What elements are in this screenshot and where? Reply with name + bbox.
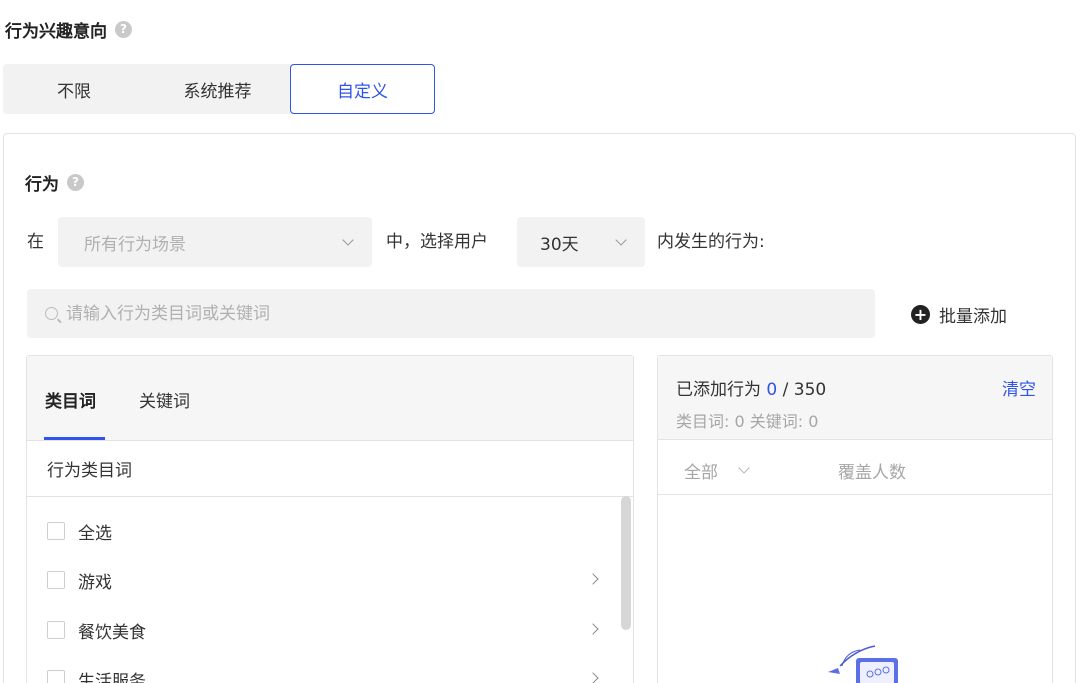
question-icon[interactable]: ? [115,20,132,38]
checkbox[interactable] [47,522,65,540]
mode-recommended-button[interactable]: 系统推荐 [145,64,290,114]
interest-mode-switch: 不限 系统推荐 自定义 [3,64,435,114]
behavior-title-row: 行为 ? [25,170,84,195]
bulk-add-button[interactable]: + 批量添加 [911,302,1007,327]
time-range-value: 30天 [540,234,579,255]
behavior-search-input[interactable] [66,303,826,324]
added-max: 350 [793,380,827,400]
category-column-header: 行为类目词 [27,441,633,497]
chevron-down-icon [342,233,354,246]
category-row-games[interactable]: 游戏 [47,565,607,595]
added-summary: 已添加行为 0 / 350 [676,375,826,400]
chevron-right-icon[interactable] [587,672,599,683]
behavior-scene-select[interactable]: 所有行为场景 [58,217,372,267]
added-filter-row: 全部 覆盖人数 [658,440,1052,495]
added-header: 已添加行为 0 / 350 清空 类目词: 0 关键词: 0 [658,356,1052,440]
sentence-middle: 中，选择用户 [386,232,488,252]
tab-keywords[interactable]: 关键词 [139,387,190,412]
plus-circle-icon: + [911,305,930,324]
category-row-food[interactable]: 餐饮美食 [47,615,607,645]
mode-custom-button[interactable]: 自定义 [290,64,435,114]
chevron-right-icon[interactable] [587,623,599,635]
added-behaviors-panel: 已添加行为 0 / 350 清空 类目词: 0 关键词: 0 全部 覆盖人数 [657,355,1053,683]
category-scrollbar[interactable] [621,496,631,630]
added-label: 已添加行为 [676,380,761,400]
category-label: 餐饮美食 [78,622,146,643]
coverage-column-header: 覆盖人数 [838,463,906,483]
category-panel: 类目词 关键词 行为类目词 全选 游戏 餐饮美食 生活服务 [26,355,634,683]
clear-button[interactable]: 清空 [1002,375,1036,400]
checkbox[interactable] [47,670,65,683]
category-row-select-all[interactable]: 全选 [47,516,607,546]
time-range-select[interactable]: 30天 [517,217,645,267]
filter-all-label: 全部 [684,463,718,483]
behavior-search-box [27,289,875,338]
section-title-row: 行为兴趣意向 ? [5,17,132,42]
added-separator: / [782,380,789,400]
section-title: 行为兴趣意向 [5,21,107,42]
chevron-down-icon [615,233,627,246]
category-label: 游戏 [78,572,112,593]
chevron-down-icon [738,462,750,474]
sentence-suffix: 内发生的行为: [657,232,765,252]
search-icon [45,307,58,320]
behavior-title: 行为 [25,174,59,195]
category-tabs: 类目词 关键词 [27,356,633,441]
type-counts: 类目词: 0 关键词: 0 [676,412,819,431]
chevron-right-icon[interactable] [587,573,599,585]
bulk-add-label: 批量添加 [939,307,1007,327]
added-count: 0 [766,380,778,400]
checkbox[interactable] [47,571,65,589]
mode-unlimited-button[interactable]: 不限 [3,64,145,114]
filter-all-select[interactable]: 全部 [684,458,750,483]
empty-state-illustration-icon [828,645,898,683]
question-icon[interactable]: ? [67,173,84,191]
checkbox[interactable] [47,621,65,639]
category-label: 全选 [78,523,112,544]
category-label: 生活服务 [78,671,146,683]
behavior-scene-value: 所有行为场景 [84,234,186,255]
active-tab-underline [44,437,105,440]
category-row-life-services[interactable]: 生活服务 [47,664,607,683]
tab-category-words[interactable]: 类目词 [45,387,96,412]
sentence-prefix: 在 [27,232,44,252]
